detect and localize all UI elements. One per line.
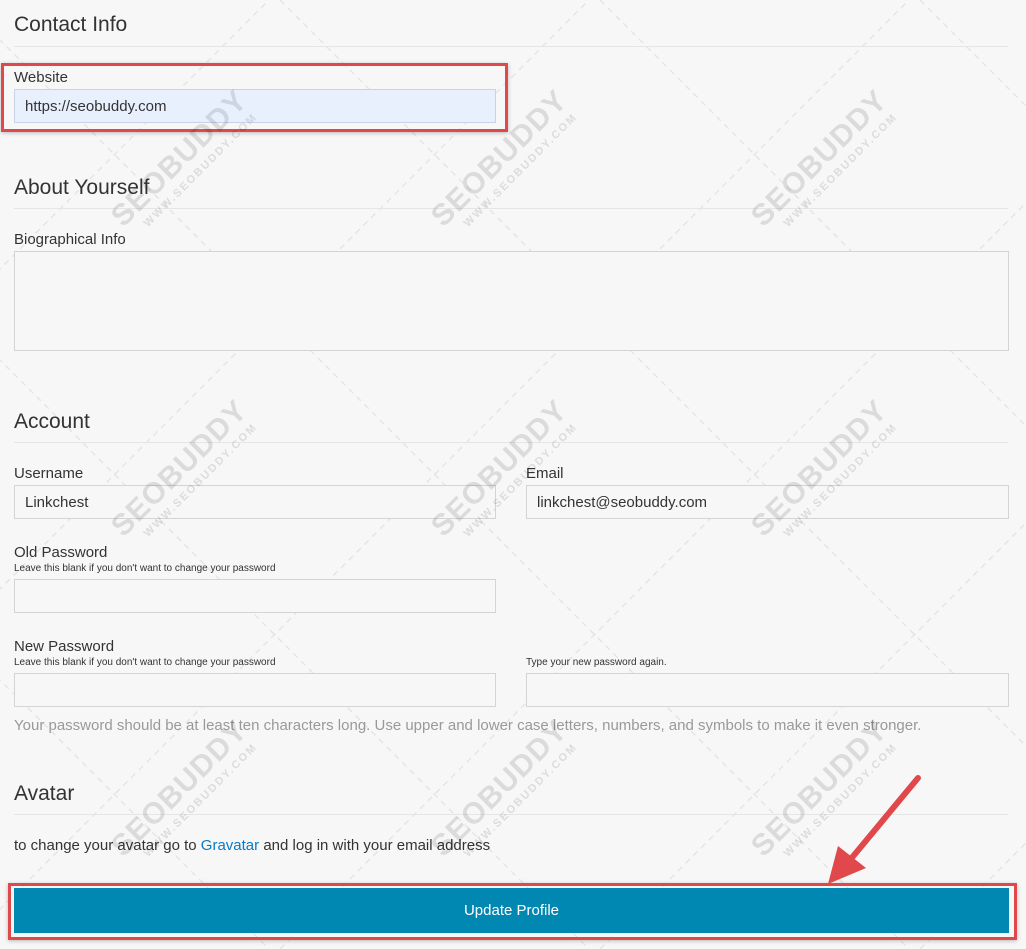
annotation-arrow bbox=[828, 775, 921, 884]
